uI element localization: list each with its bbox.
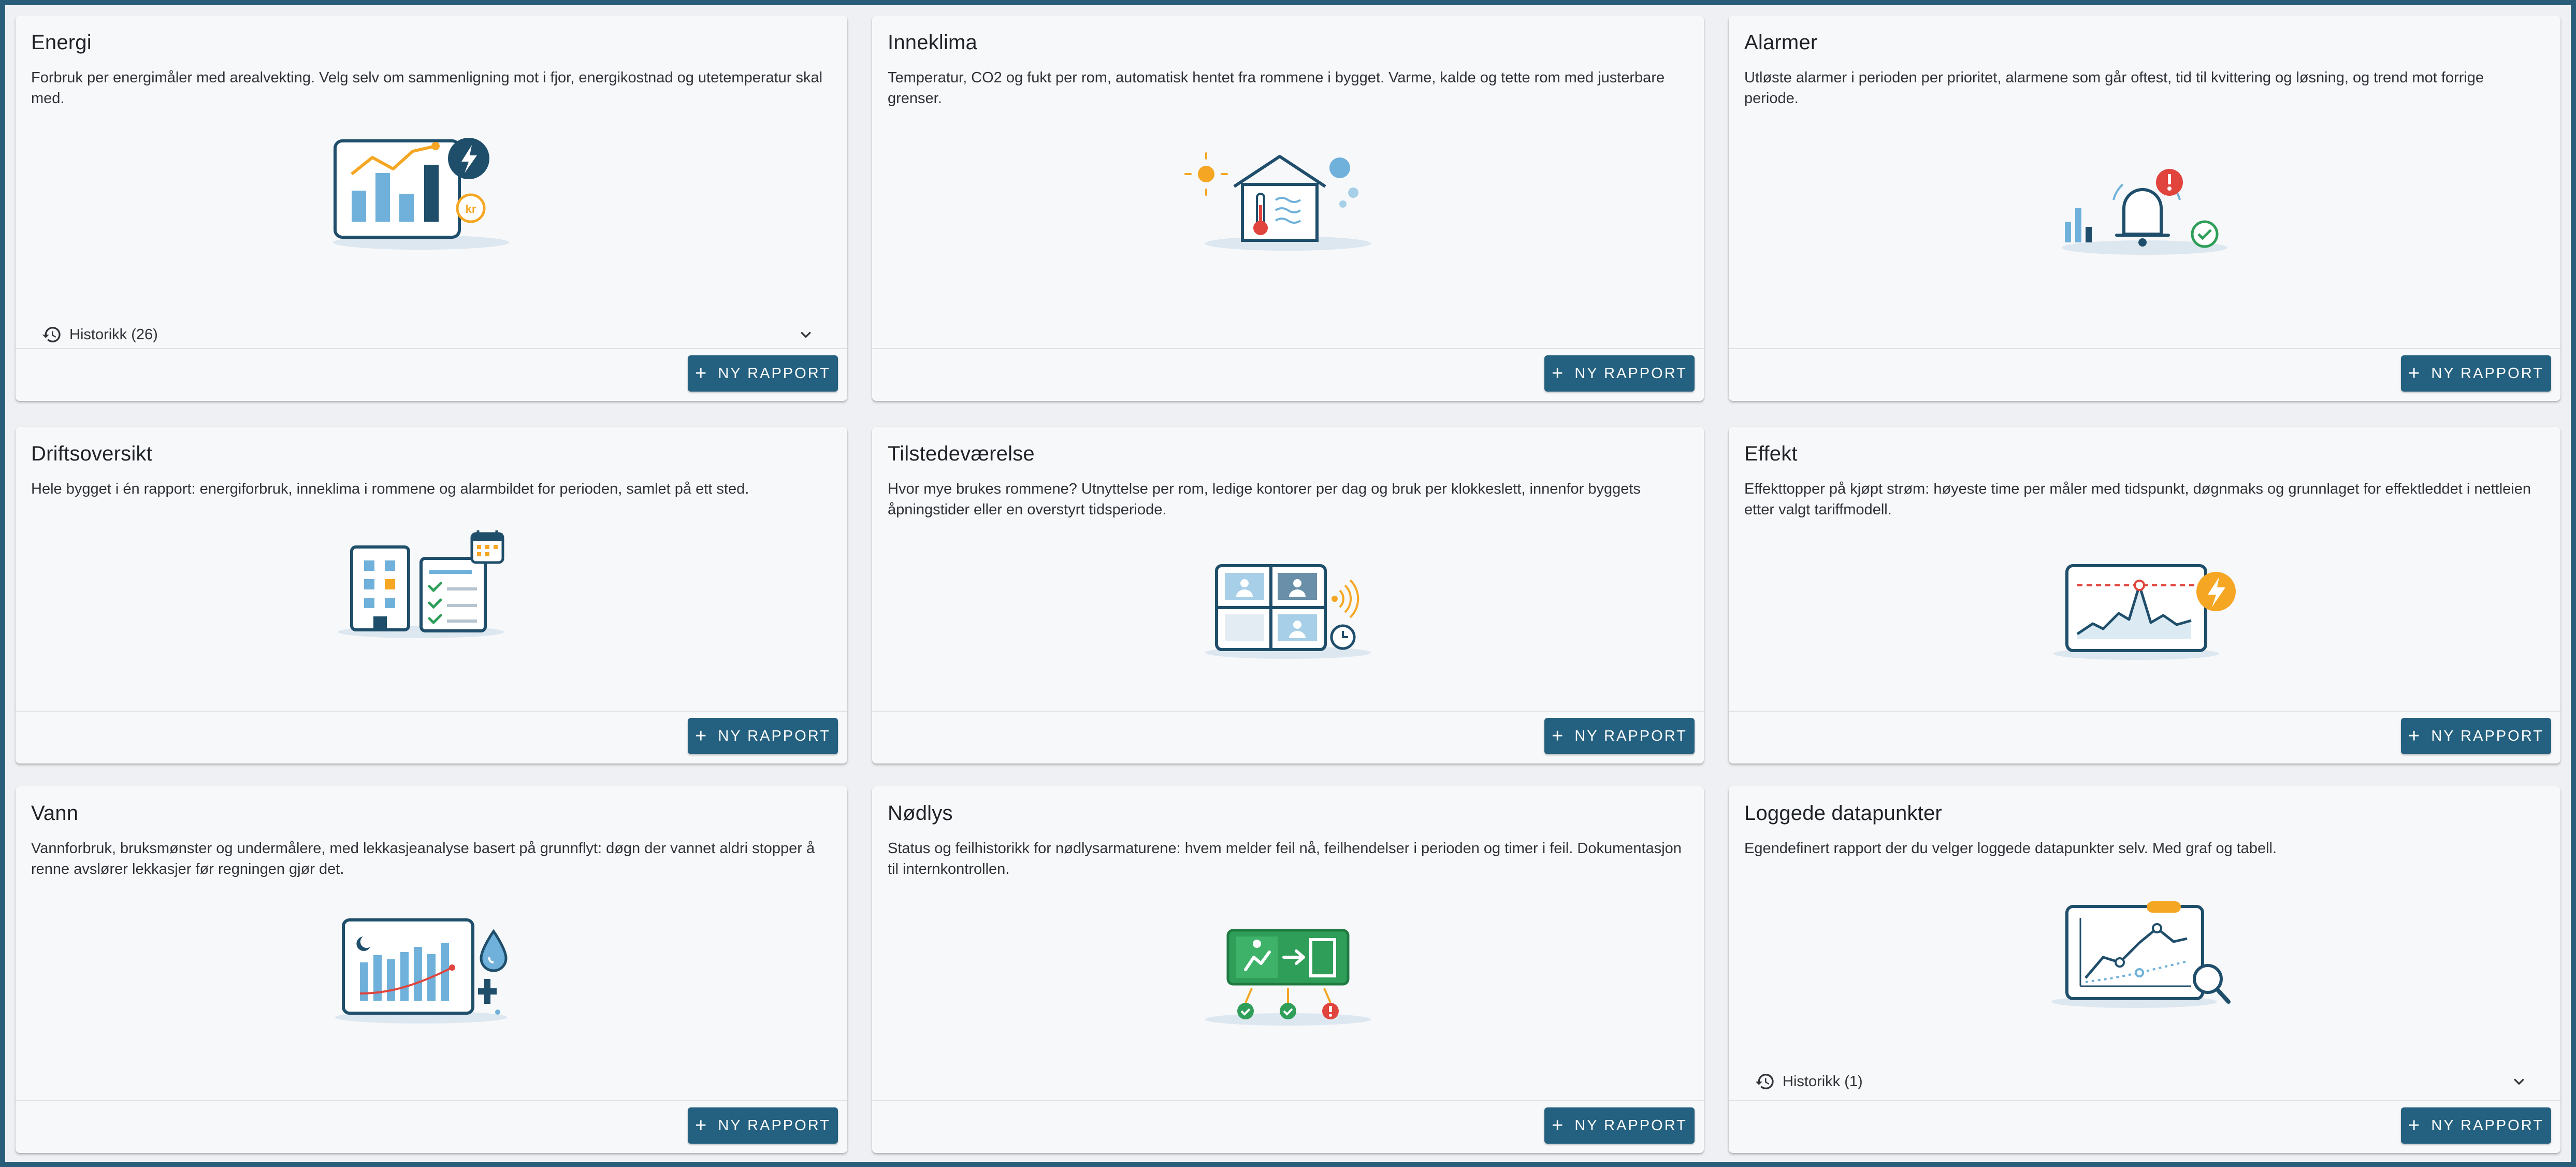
- card-description: Temperatur, CO2 og fukt per rom, automat…: [888, 69, 1665, 107]
- button-label: NY RAPPORT: [2431, 365, 2544, 382]
- card-title: Effekt: [1744, 442, 1798, 465]
- report-card-driftsoversikt: Driftsoversikt Hele bygget i én rapport:…: [16, 427, 847, 763]
- plus-icon: +: [695, 363, 707, 384]
- plus-icon: +: [2408, 363, 2420, 384]
- plus-icon: +: [695, 725, 707, 747]
- report-card-alarmer: Alarmer Utløste alarmer i perioden per p…: [1729, 16, 2560, 401]
- divider: [1729, 1100, 2560, 1101]
- report-card-vann: Vann Vannforbruk, bruksmønster og underm…: [16, 786, 847, 1153]
- new-report-button[interactable]: + NY RAPPORT: [1544, 355, 1695, 392]
- building-checklist-icon: [338, 530, 504, 638]
- report-card-loggede-datapunkter: Loggede datapunkter Egendefinert rapport…: [1729, 786, 2560, 1153]
- plus-icon: +: [1552, 1115, 1564, 1136]
- emergency-exit-sign-icon: [1205, 929, 1371, 1026]
- card-description: Hele bygget i én rapport: energiforbruk,…: [31, 481, 749, 497]
- history-label: Historikk (26): [69, 326, 158, 343]
- button-label: NY RAPPORT: [1574, 727, 1687, 744]
- card-description: Utløste alarmer i perioden per prioritet…: [1744, 69, 2484, 107]
- card-title: Driftsoversikt: [31, 442, 152, 465]
- water-usage-icon: [335, 918, 508, 1024]
- report-card-tilstedevaerelse: Tilstedeværelse Hvor mye brukes rommene?…: [872, 427, 1704, 763]
- card-title: Inneklima: [888, 31, 977, 54]
- plus-icon: +: [695, 1115, 707, 1136]
- card-title: Tilstedeværelse: [888, 442, 1035, 465]
- button-label: NY RAPPORT: [1574, 365, 1687, 382]
- history-toggle[interactable]: Historikk (1): [1744, 1063, 2540, 1100]
- new-report-button[interactable]: + NY RAPPORT: [688, 718, 838, 754]
- alarm-bell-icon: [2062, 169, 2227, 255]
- plus-icon: +: [1552, 363, 1564, 384]
- button-label: NY RAPPORT: [718, 727, 831, 744]
- divider: [1729, 348, 2560, 349]
- new-report-button[interactable]: + NY RAPPORT: [1544, 718, 1695, 754]
- card-description: Effekttopper på kjøpt strøm: høyeste tim…: [1744, 481, 2531, 518]
- card-title: Nødlys: [888, 802, 953, 825]
- new-report-button[interactable]: + NY RAPPORT: [1544, 1107, 1695, 1144]
- logged-datapoints-graph-icon: [2051, 901, 2231, 1008]
- report-card-inneklima: Inneklima Temperatur, CO2 og fukt per ro…: [872, 16, 1704, 401]
- new-report-button[interactable]: + NY RAPPORT: [688, 355, 838, 392]
- card-description: Vannforbruk, bruksmønster og undermålere…: [31, 840, 815, 877]
- button-label: NY RAPPORT: [718, 365, 831, 382]
- card-description: Hvor mye brukes rommene? Utnyttelse per …: [888, 481, 1641, 518]
- divider: [872, 711, 1704, 712]
- plus-icon: +: [1552, 725, 1564, 747]
- card-description: Status og feilhistorikk for nødlysarmatu…: [888, 840, 1682, 877]
- plus-icon: +: [2408, 725, 2420, 747]
- history-label: Historikk (1): [1783, 1073, 1863, 1090]
- new-report-button[interactable]: + NY RAPPORT: [688, 1107, 838, 1144]
- new-report-button[interactable]: + NY RAPPORT: [2401, 1107, 2551, 1144]
- report-card-nodlys: Nødlys Status og feilhistorikk for nødly…: [872, 786, 1704, 1153]
- history-icon: [42, 327, 61, 342]
- button-label: NY RAPPORT: [2431, 1117, 2544, 1134]
- badge-text: kr: [466, 203, 476, 215]
- card-title: Alarmer: [1744, 31, 1818, 54]
- card-title: Vann: [31, 802, 79, 825]
- report-card-energi: Energi Forbruk per energimåler med areal…: [16, 16, 847, 401]
- power-peak-icon: [2053, 564, 2236, 660]
- divider: [1729, 711, 2560, 712]
- new-report-button[interactable]: + NY RAPPORT: [2401, 718, 2551, 754]
- divider: [16, 348, 847, 349]
- button-label: NY RAPPORT: [1574, 1117, 1687, 1134]
- divider: [16, 1100, 847, 1101]
- report-catalog: Energi Forbruk per energimåler med areal…: [5, 5, 2571, 1162]
- chevron-down-icon: [2514, 1078, 2524, 1085]
- button-label: NY RAPPORT: [2431, 727, 2544, 744]
- report-card-effekt: Effekt Effekttopper på kjøpt strøm: høye…: [1729, 427, 2560, 763]
- card-title: Energi: [31, 31, 92, 54]
- card-title: Loggede datapunkter: [1744, 802, 1942, 825]
- card-description: Forbruk per energimåler med arealvekting…: [31, 69, 823, 107]
- divider: [16, 711, 847, 712]
- divider: [872, 1100, 1704, 1101]
- history-icon: [1755, 1074, 1774, 1089]
- plus-icon: +: [2408, 1115, 2420, 1136]
- divider: [872, 348, 1704, 349]
- button-label: NY RAPPORT: [718, 1117, 831, 1134]
- chevron-down-icon: [801, 332, 811, 338]
- energy-chart-icon: kr: [333, 138, 509, 250]
- occupancy-rooms-icon: [1205, 564, 1371, 659]
- house-climate-icon: [1184, 152, 1371, 251]
- card-description: Egendefinert rapport der du velger logge…: [1744, 840, 2277, 857]
- new-report-button[interactable]: + NY RAPPORT: [2401, 355, 2551, 392]
